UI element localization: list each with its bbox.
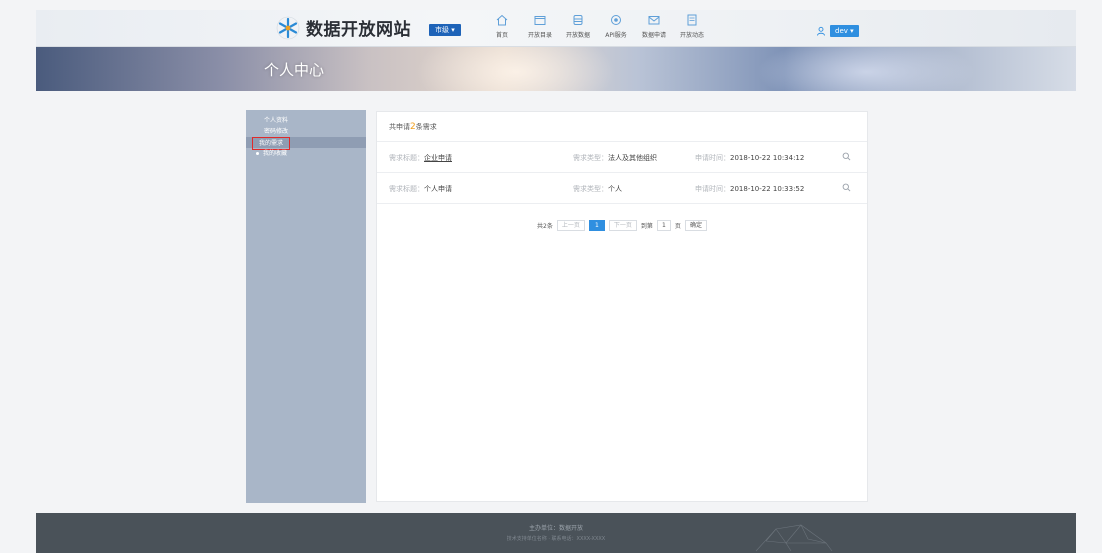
nav-label: 开放动态 — [679, 32, 704, 39]
network-globe-icon — [755, 524, 833, 552]
sidebar-item-profile[interactable]: 个人资料 — [246, 115, 366, 126]
sidebar: 个人资料 密码修改 我的需求 我的收藏 — [246, 110, 366, 503]
footer-support: 技术支持单位名称 · 联系电话：XXXX-XXXX — [506, 536, 606, 542]
prev-page-button[interactable]: 上一页 — [556, 220, 585, 231]
request-time-field: 申请时间：2018-10-22 10:34:12 — [695, 153, 804, 163]
sidebar-item-favorites[interactable]: 我的收藏 — [246, 148, 366, 159]
type-label: 需求类型： — [573, 185, 608, 193]
footer-host: 主办单位：数据开放 — [528, 525, 583, 532]
main-nav: 首页 开放目录 开放数据 API服务 数据申请 开放动态 — [484, 13, 712, 39]
title-label: 需求标题： — [389, 154, 424, 162]
page-number-button[interactable]: 1 — [588, 220, 605, 231]
goto-label: 到第 — [640, 223, 653, 230]
requests-panel: 共申请2条需求 需求标题：企业申请 需求类型：法人及其他组织 申请时间：2018… — [376, 111, 868, 502]
request-time-field: 申请时间：2018-10-22 10:33:52 — [695, 184, 804, 194]
page-number-input[interactable]: 1 — [656, 220, 671, 231]
nav-item-catalog[interactable]: 开放目录 — [522, 13, 558, 39]
goto-confirm-button[interactable]: 确定 — [684, 220, 707, 231]
nav-label: 数据申请 — [641, 32, 666, 39]
request-type: 个人 — [608, 185, 622, 193]
nav-item-home[interactable]: 首页 — [484, 13, 520, 39]
request-type-field: 需求类型：个人 — [573, 184, 622, 194]
bullet-icon — [256, 152, 259, 155]
database-icon — [573, 15, 583, 25]
sidebar-item-label: 密码修改 — [264, 128, 289, 135]
user-icon — [817, 26, 825, 36]
nav-item-news[interactable]: 开放动态 — [674, 13, 710, 39]
sidebar-item-my-requests[interactable]: 我的需求 — [246, 137, 366, 150]
request-time: 2018-10-22 10:34:12 — [730, 154, 805, 162]
search-icon[interactable] — [842, 183, 851, 192]
request-time: 2018-10-22 10:33:52 — [730, 185, 805, 193]
site-logo[interactable]: 数据开放网站 — [276, 15, 411, 40]
time-label: 申请时间： — [695, 185, 730, 193]
title-label: 需求标题： — [389, 185, 424, 193]
page-footer: 主办单位：数据开放 技术支持单位名称 · 联系电话：XXXX-XXXX — [36, 513, 1076, 553]
page-unit-label: 页 — [674, 223, 681, 230]
sidebar-item-password[interactable]: 密码修改 — [246, 126, 366, 137]
list-item: 需求标题：个人申请 需求类型：个人 申请时间：2018-10-22 10:33:… — [377, 173, 867, 204]
city-select[interactable]: 市级 ▾ — [429, 24, 461, 36]
home-icon — [496, 14, 508, 26]
type-label: 需求类型： — [573, 154, 608, 162]
page-banner: 个人中心 — [36, 47, 1076, 91]
top-header: 数据开放网站 市级 ▾ 首页 开放目录 开放数据 API服务 数据申请 开放动态… — [36, 10, 1076, 47]
api-icon — [611, 15, 621, 25]
search-icon[interactable] — [842, 152, 851, 161]
page: 数据开放网站 市级 ▾ 首页 开放目录 开放数据 API服务 数据申请 开放动态… — [0, 0, 1102, 553]
mail-icon — [648, 16, 660, 25]
summary-suffix: 条需求 — [415, 123, 437, 131]
nav-label: 开放目录 — [527, 32, 552, 39]
nav-label: 首页 — [495, 32, 508, 39]
user-name-dropdown[interactable]: dev ▾ — [830, 25, 859, 37]
sidebar-item-label: 我的收藏 — [263, 150, 288, 157]
nav-label: API服务 — [605, 32, 627, 39]
nav-item-data[interactable]: 开放数据 — [560, 13, 596, 39]
document-icon — [687, 14, 697, 26]
site-title: 数据开放网站 — [306, 20, 411, 40]
pagination: 共2条 上一页 1 下一页 到第 1 页 确定 — [377, 220, 867, 231]
user-menu[interactable]: dev ▾ — [816, 25, 859, 37]
request-title-field: 需求标题：个人申请 — [389, 184, 452, 194]
request-title-field: 需求标题：企业申请 — [389, 153, 452, 163]
request-type-field: 需求类型：法人及其他组织 — [573, 153, 657, 163]
nav-item-api[interactable]: API服务 — [598, 13, 634, 39]
request-type: 法人及其他组织 — [608, 154, 657, 162]
time-label: 申请时间： — [695, 154, 730, 162]
summary-prefix: 共申请 — [389, 123, 410, 131]
folder-icon — [534, 16, 546, 25]
banner-glow — [416, 47, 616, 91]
next-page-button[interactable]: 下一页 — [608, 220, 637, 231]
list-item: 需求标题：企业申请 需求类型：法人及其他组织 申请时间：2018-10-22 1… — [377, 142, 867, 173]
nav-label: 开放数据 — [565, 32, 590, 39]
request-title-link[interactable]: 个人申请 — [424, 185, 452, 193]
requests-summary: 共申请2条需求 — [377, 112, 867, 142]
banner-glow — [756, 47, 976, 91]
request-title-link[interactable]: 企业申请 — [424, 154, 452, 162]
nav-item-apply[interactable]: 数据申请 — [636, 13, 672, 39]
pagination-total: 共2条 — [537, 223, 553, 230]
star-logo-icon — [276, 16, 300, 40]
page-title: 个人中心 — [264, 61, 325, 79]
sidebar-item-label: 个人资料 — [264, 117, 289, 124]
